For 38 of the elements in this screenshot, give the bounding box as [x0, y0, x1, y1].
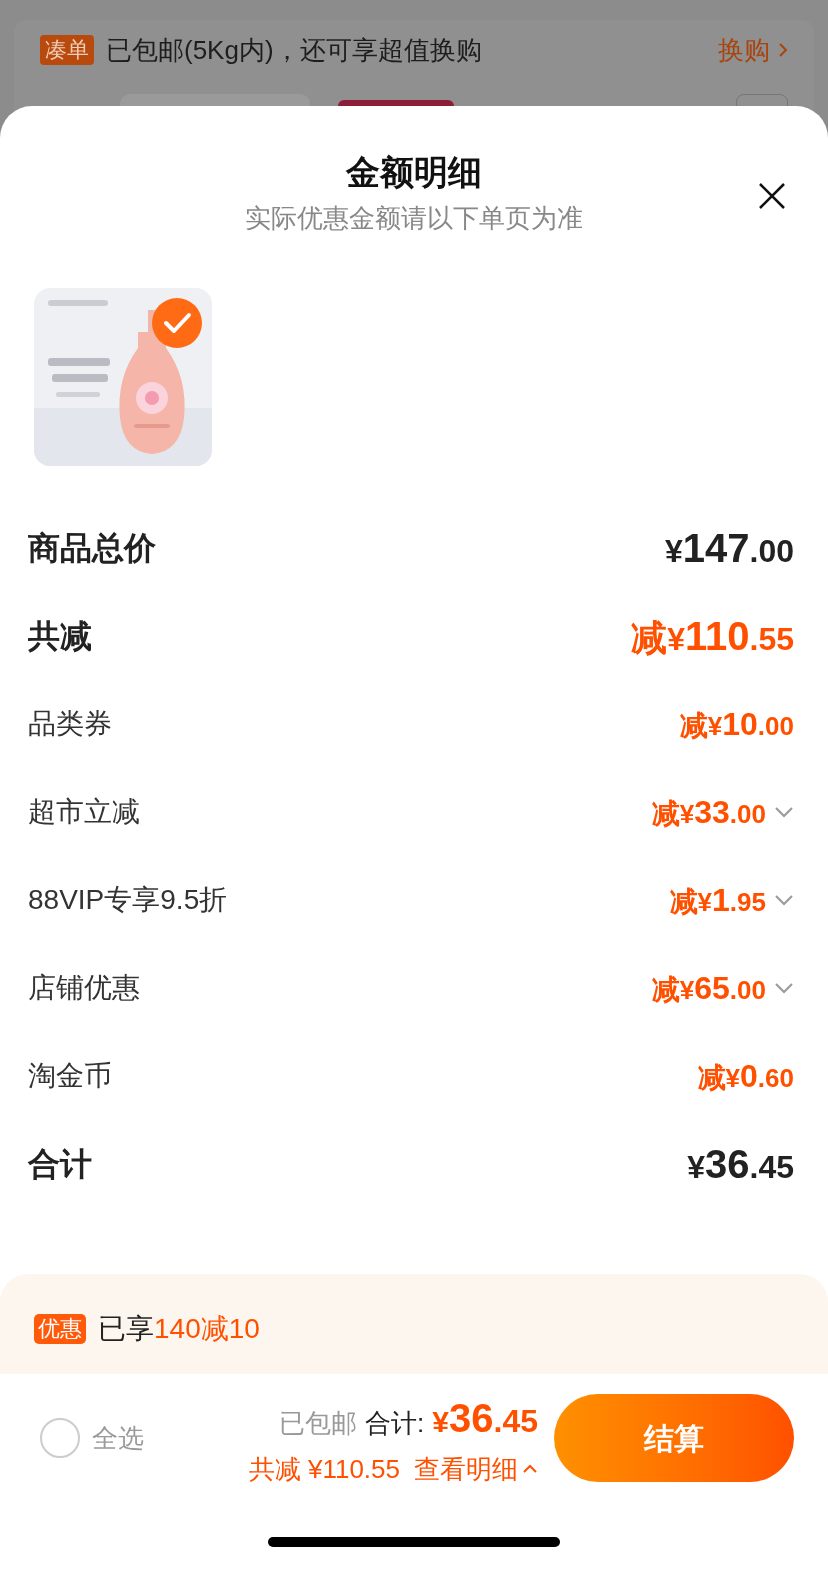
amount: 减¥10.00: [679, 708, 794, 740]
exchange-link[interactable]: 换购: [718, 30, 770, 70]
sheet-subtitle: 实际优惠金额请以下单页为准: [245, 202, 583, 235]
row-label: 共减: [28, 617, 92, 656]
row-label: 淘金币: [28, 1059, 112, 1093]
row-label: 超市立减: [28, 795, 140, 829]
tag: 优惠: [34, 1314, 86, 1344]
amount: 减¥1.95: [669, 884, 766, 916]
saved-text: 共减 ¥110.55: [248, 1452, 400, 1486]
row-label: 品类券: [28, 707, 112, 741]
row-label: 88VIP专享9.5折: [28, 883, 228, 917]
row-label: 合计: [28, 1145, 92, 1184]
select-all-radio[interactable]: [40, 1418, 80, 1458]
close-icon[interactable]: [758, 182, 786, 210]
chevron-up-icon[interactable]: [522, 1464, 538, 1474]
select-all-label[interactable]: 全选: [92, 1418, 144, 1458]
chevron-down-icon[interactable]: [774, 982, 794, 994]
total-label: 合计:: [365, 1406, 425, 1440]
row-label: 店铺优惠: [28, 971, 140, 1005]
tag: 凑单: [40, 35, 94, 65]
promo-text: 已享140减10: [98, 1312, 260, 1346]
amount: 减¥33.00: [651, 796, 766, 828]
chevron-down-icon[interactable]: [774, 894, 794, 906]
details-link[interactable]: 查看明细: [414, 1449, 518, 1489]
row-label: 商品总价: [28, 529, 156, 568]
shipping-text: 已包邮: [279, 1406, 358, 1440]
chevron-right-icon[interactable]: [778, 42, 788, 58]
check-icon[interactable]: [152, 298, 202, 348]
amount: 减¥110.55: [631, 616, 794, 656]
amount: ¥147.00: [664, 528, 794, 568]
amount: ¥36.45: [687, 1144, 794, 1184]
chevron-down-icon[interactable]: [774, 806, 794, 818]
amount: 减¥0.60: [697, 1060, 794, 1092]
sheet-title: 金额明细: [346, 152, 482, 193]
notice-text: 已包邮(5Kg内)，还可享超值换购: [106, 33, 482, 67]
checkout-button[interactable]: 结算: [554, 1394, 794, 1482]
amount: 减¥65.00: [651, 972, 766, 1004]
total-amount: ¥36.45: [432, 1394, 538, 1442]
